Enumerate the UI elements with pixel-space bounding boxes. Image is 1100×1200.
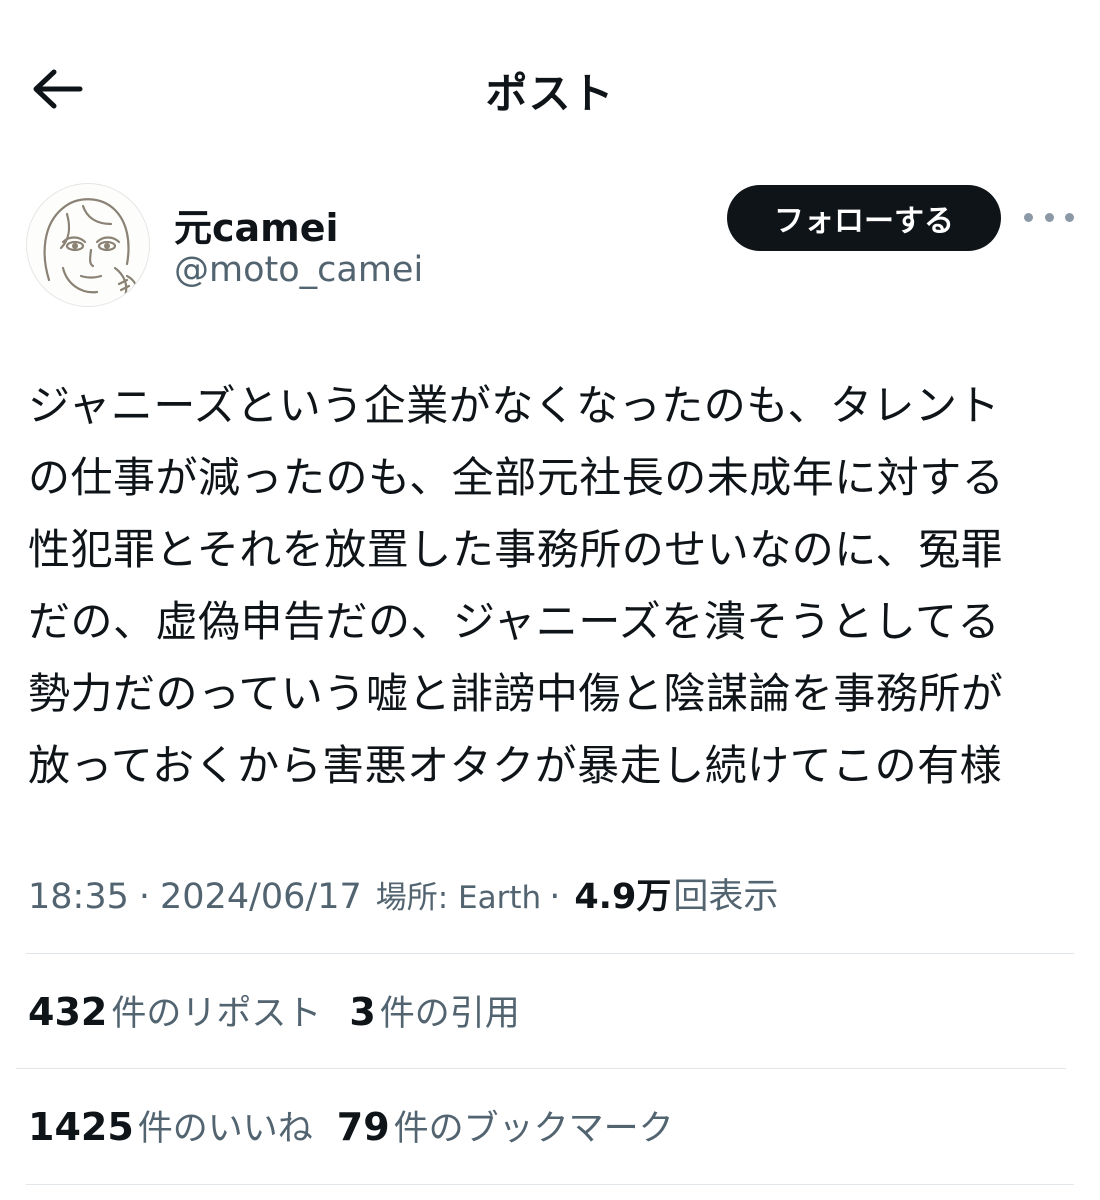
top-bar: ポスト	[0, 0, 1100, 175]
reposts-stat[interactable]: 432 件のリポスト	[28, 985, 321, 1036]
reposts-label: 件のリポスト	[111, 994, 322, 1034]
divider	[26, 953, 1074, 954]
post-detail-page: ポスト 元camei @moto_camei フォローする ジャニーズという企業…	[0, 0, 1100, 1200]
post-text-line: 性犯罪とそれを放置した事務所のせいなのに、冤罪	[28, 525, 1003, 574]
post-text-line: 勢力だのっていう嘘と誹謗中傷と陰謀論を事務所が	[28, 669, 1004, 718]
avatar[interactable]	[26, 183, 150, 307]
reposts-count: 432	[28, 990, 108, 1034]
likes-stat[interactable]: 1425 件のいいね	[28, 1100, 313, 1151]
page-title: ポスト	[485, 69, 615, 118]
post-meta: 18:35 · 2024/06/17 場所: Earth · 4.9万 回表示	[28, 868, 1088, 920]
quotes-stat[interactable]: 3 件の引用	[349, 985, 519, 1036]
likes-label: 件のいいね	[137, 1109, 313, 1149]
more-dots-icon	[1044, 212, 1054, 222]
follow-button[interactable]: フォローする	[727, 185, 1001, 251]
quotes-label: 件の引用	[379, 994, 520, 1034]
more-dots-icon	[1065, 212, 1074, 222]
more-dots-icon	[1024, 212, 1033, 222]
author-row: 元camei @moto_camei フォローする	[0, 175, 1100, 315]
post-location: 場所: Earth	[375, 880, 542, 916]
display-name[interactable]: 元camei	[174, 197, 339, 252]
meta-separator: ·	[138, 877, 151, 917]
divider	[16, 1068, 1066, 1069]
post-time[interactable]: 18:35	[28, 877, 129, 917]
more-options-button[interactable]	[1024, 197, 1074, 237]
post-text-line: 放っておくから害悪オタクが暴走し続けてこの有様	[28, 741, 1003, 790]
bookmarks-count: 79	[336, 1105, 390, 1149]
view-count-label: 回表示	[673, 877, 779, 917]
user-handle[interactable]: @moto_camei	[174, 250, 423, 290]
post-text-line: の仕事が減ったのも、全部元社長の未成年に対する	[28, 453, 1005, 502]
engagement-stats-row: 1425 件のいいね 79 件のブックマーク	[28, 1100, 674, 1160]
bookmarks-label: 件のブックマーク	[393, 1109, 674, 1149]
post-body: ジャニーズという企業がなくなったのも、タレント の仕事が減ったのも、全部元社長の…	[28, 370, 1078, 802]
meta-separator: ·	[549, 877, 561, 917]
post-text-line: だの、虚偽申告だの、ジャニーズを潰そうとしてる	[28, 597, 1001, 646]
post-text-line: ジャニーズという企業がなくなったのも、タレント	[28, 381, 1001, 430]
likes-count: 1425	[28, 1105, 134, 1149]
view-count[interactable]: 4.9万	[574, 868, 671, 919]
bookmarks-stat[interactable]: 79 件のブックマーク	[337, 1100, 674, 1151]
avatar-illustration	[43, 198, 139, 302]
engagement-stats-row: 432 件のリポスト 3 件の引用	[28, 985, 520, 1045]
post-date[interactable]: 2024/06/17	[160, 877, 362, 917]
quotes-count: 3	[349, 990, 376, 1034]
divider	[26, 1184, 1074, 1185]
